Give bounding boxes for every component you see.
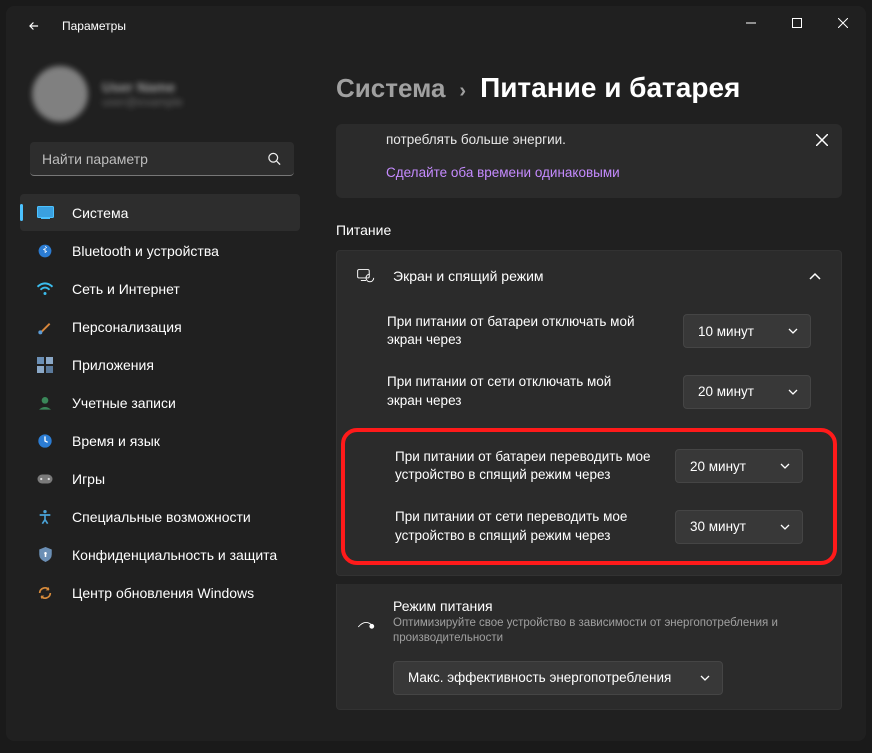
sidebar-item-label: Центр обновления Windows (72, 585, 254, 601)
screen-sleep-icon (357, 267, 375, 285)
minimize-button[interactable] (728, 6, 774, 40)
power-mode-select[interactable]: Макс. эффективность энергопотребления (393, 661, 723, 695)
tip-text: потреблять больше энергии. (386, 132, 824, 147)
setting-label: При питании от сети переводить мое устро… (395, 508, 655, 544)
sidebar-item-label: Игры (72, 471, 105, 487)
power-mode-card[interactable]: Режим питания Оптимизируйте свое устройс… (336, 584, 842, 710)
brush-icon (36, 318, 54, 336)
sleep-plugged-select[interactable]: 30 минут (675, 510, 803, 544)
window-title: Параметры (62, 19, 126, 33)
setting-label: При питании от батареи отключать мой экр… (387, 313, 647, 349)
tip-banner: потреблять больше энергии. Сделайте оба … (336, 124, 842, 198)
close-button[interactable] (820, 6, 866, 40)
sidebar-item-bluetooth[interactable]: Bluetooth и устройства (20, 232, 300, 269)
window-controls (728, 6, 866, 40)
select-value: 20 минут (698, 384, 754, 399)
close-icon[interactable] (816, 134, 828, 146)
maximize-button[interactable] (774, 6, 820, 40)
sidebar-item-label: Bluetooth и устройства (72, 243, 219, 259)
setting-label: При питании от сети отключать мой экран … (387, 373, 647, 409)
sidebar-item-label: Специальные возможности (72, 509, 251, 525)
sidebar-item-system[interactable]: Система (20, 194, 300, 231)
setting-screen-off-plugged: При питании от сети отключать мой экран … (337, 361, 841, 421)
sidebar-item-update[interactable]: Центр обновления Windows (20, 574, 300, 611)
sidebar: User Name user@example Система (6, 46, 316, 741)
screen-sleep-header[interactable]: Экран и спящий режим (337, 251, 841, 301)
sidebar-item-apps[interactable]: Приложения (20, 346, 300, 383)
select-value: 30 минут (690, 519, 746, 534)
sidebar-item-label: Учетные записи (72, 395, 176, 411)
section-title: Питание (336, 222, 842, 238)
breadcrumb: Система › Питание и батарея (336, 72, 842, 104)
sidebar-item-label: Приложения (72, 357, 154, 373)
sidebar-nav: Система Bluetooth и устройства Сеть и Ин… (6, 194, 308, 611)
chevron-up-icon (809, 272, 821, 280)
apps-icon (36, 356, 54, 374)
chevron-right-icon: › (459, 80, 466, 103)
setting-label: При питании от батареи переводить мое ус… (395, 448, 655, 484)
sidebar-item-personalization[interactable]: Персонализация (20, 308, 300, 345)
shield-icon (36, 546, 54, 564)
setting-sleep-plugged: При питании от сети переводить мое устро… (345, 496, 833, 556)
screen-sleep-card: Экран и спящий режим При питании от бата… (336, 250, 842, 576)
screen-off-plugged-select[interactable]: 20 минут (683, 375, 811, 409)
sidebar-item-accounts[interactable]: Учетные записи (20, 384, 300, 421)
sidebar-item-privacy[interactable]: Конфиденциальность и защита (20, 536, 300, 573)
power-mode-desc: Оптимизируйте свое устройство в зависимо… (393, 616, 821, 647)
setting-screen-off-battery: При питании от батареи отключать мой экр… (337, 301, 841, 361)
breadcrumb-parent[interactable]: Система (336, 73, 445, 104)
search-input[interactable] (30, 142, 294, 176)
wifi-icon (36, 280, 54, 298)
chevron-down-icon (700, 675, 710, 681)
power-mode-title: Режим питания (393, 598, 821, 614)
sidebar-item-label: Система (72, 205, 128, 221)
accessibility-icon (36, 508, 54, 526)
main-content: Система › Питание и батарея потреблять б… (316, 46, 866, 741)
card-title: Экран и спящий режим (393, 268, 791, 284)
person-icon (36, 394, 54, 412)
profile[interactable]: User Name user@example (6, 46, 308, 142)
profile-email: user@example (102, 95, 183, 109)
chevron-down-icon (788, 328, 798, 334)
sidebar-item-label: Сеть и Интернет (72, 281, 180, 297)
display-icon (36, 204, 54, 222)
sidebar-item-label: Персонализация (72, 319, 182, 335)
sidebar-item-time[interactable]: Время и язык (20, 422, 300, 459)
page-title: Питание и батарея (480, 72, 740, 104)
setting-sleep-battery: При питании от батареи переводить мое ус… (345, 436, 833, 496)
search-box[interactable] (30, 142, 294, 176)
gamepad-icon (36, 470, 54, 488)
profile-name: User Name (102, 79, 183, 95)
globe-clock-icon (36, 432, 54, 450)
sidebar-item-accessibility[interactable]: Специальные возможности (20, 498, 300, 535)
sidebar-item-network[interactable]: Сеть и Интернет (20, 270, 300, 307)
sleep-battery-select[interactable]: 20 минут (675, 449, 803, 483)
chevron-down-icon (780, 524, 790, 530)
chevron-down-icon (780, 463, 790, 469)
power-mode-icon (357, 616, 375, 634)
titlebar: Параметры (6, 6, 866, 46)
screen-off-battery-select[interactable]: 10 минут (683, 314, 811, 348)
chevron-down-icon (788, 389, 798, 395)
avatar (32, 66, 88, 122)
sidebar-item-label: Время и язык (72, 433, 160, 449)
select-value: Макс. эффективность энергопотребления (408, 670, 671, 685)
highlight-annotation: При питании от батареи переводить мое ус… (341, 428, 837, 565)
back-button[interactable] (24, 16, 44, 36)
bluetooth-icon (36, 242, 54, 260)
sidebar-item-label: Конфиденциальность и защита (72, 547, 277, 563)
search-icon (267, 152, 282, 167)
select-value: 20 минут (690, 459, 746, 474)
sync-icon (36, 584, 54, 602)
sidebar-item-gaming[interactable]: Игры (20, 460, 300, 497)
tip-link[interactable]: Сделайте оба времени одинаковыми (386, 165, 824, 180)
select-value: 10 минут (698, 324, 754, 339)
